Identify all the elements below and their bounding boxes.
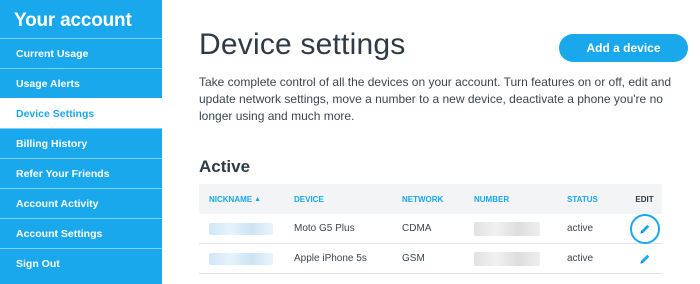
edit-device-button[interactable] bbox=[629, 213, 660, 244]
edit-cell bbox=[627, 251, 662, 267]
sidebar-item-billing-history[interactable]: Billing History bbox=[0, 128, 162, 158]
column-header-nickname-label: NICKNAME bbox=[209, 194, 253, 204]
column-header-device: DEVICE bbox=[294, 194, 324, 204]
page-description: Take complete control of all the devices… bbox=[199, 75, 672, 123]
sidebar-item-account-activity[interactable]: Account Activity bbox=[0, 188, 162, 218]
device-cell: Apple iPhone 5s bbox=[294, 253, 367, 264]
status-cell: active bbox=[567, 223, 594, 234]
status-cell: active bbox=[567, 253, 594, 264]
redacted-number bbox=[474, 221, 540, 236]
redacted-number bbox=[474, 251, 540, 266]
redacted-nickname bbox=[209, 222, 273, 235]
redacted-nickname bbox=[209, 252, 273, 265]
edit-cell bbox=[627, 213, 662, 244]
main-content: Device settings Add a device Take comple… bbox=[199, 0, 700, 284]
sidebar-item-current-usage[interactable]: Current Usage bbox=[0, 38, 162, 68]
column-header-number: NUMBER bbox=[474, 194, 510, 204]
account-sidebar: Your account Current Usage Usage Alerts … bbox=[0, 0, 162, 284]
network-cell: GSM bbox=[402, 253, 425, 264]
number-cell bbox=[474, 221, 567, 236]
add-device-button[interactable]: Add a device bbox=[559, 34, 688, 62]
pencil-icon bbox=[640, 224, 649, 233]
nickname-cell bbox=[199, 222, 294, 235]
edit-device-button[interactable] bbox=[637, 251, 653, 267]
sidebar-item-account-settings[interactable]: Account Settings bbox=[0, 218, 162, 248]
column-header-nickname[interactable]: NICKNAME ▲ bbox=[199, 195, 294, 204]
column-header-edit: EDIT bbox=[635, 194, 654, 204]
number-cell bbox=[474, 251, 567, 266]
section-title-active: Active bbox=[199, 157, 251, 176]
nickname-cell bbox=[199, 252, 294, 265]
sidebar-item-device-settings[interactable]: Device Settings bbox=[0, 98, 162, 128]
table-header: NICKNAME ▲ DEVICE NETWORK NUMBER STATUS … bbox=[199, 184, 662, 214]
sidebar-item-usage-alerts[interactable]: Usage Alerts bbox=[0, 68, 162, 98]
sidebar-item-refer-your-friends[interactable]: Refer Your Friends bbox=[0, 158, 162, 188]
table-row: Moto G5 Plus CDMA active bbox=[199, 213, 662, 244]
column-header-status: STATUS bbox=[567, 194, 598, 204]
sort-ascending-icon: ▲ bbox=[254, 195, 262, 203]
column-header-network: NETWORK bbox=[402, 194, 444, 204]
device-cell: Moto G5 Plus bbox=[294, 223, 355, 234]
sidebar-item-sign-out[interactable]: Sign Out bbox=[0, 248, 162, 278]
table-row: Apple iPhone 5s GSM active bbox=[199, 244, 662, 274]
page-title: Device settings bbox=[199, 28, 406, 61]
sidebar-title: Your account bbox=[14, 10, 132, 31]
network-cell: CDMA bbox=[402, 223, 432, 234]
pencil-icon bbox=[640, 254, 649, 263]
devices-table: NICKNAME ▲ DEVICE NETWORK NUMBER STATUS … bbox=[199, 184, 662, 274]
